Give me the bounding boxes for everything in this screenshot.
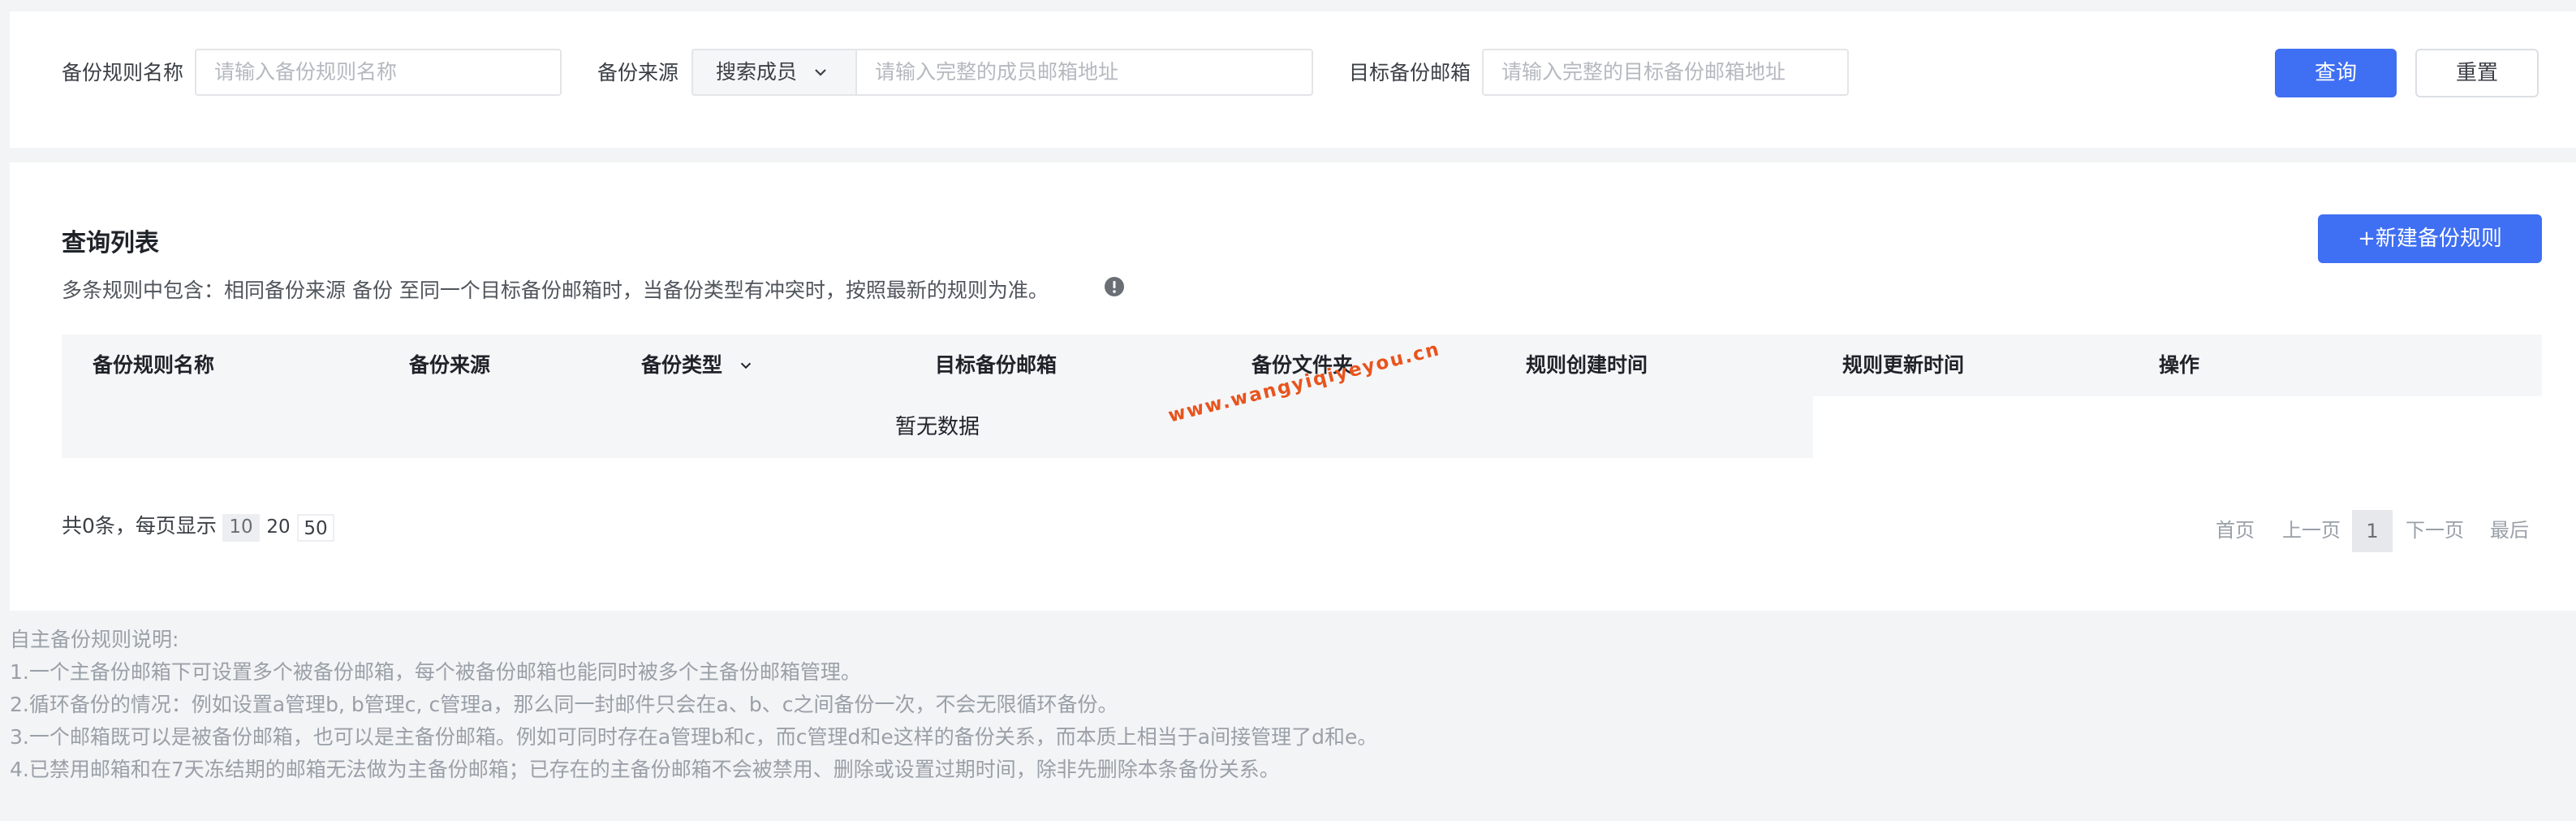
page-size-10[interactable]: 10 (222, 514, 260, 542)
notes-line: 3.一个邮箱既可以是被备份邮箱，也可以是主备份邮箱。例如可同时存在a管理b和c，… (10, 725, 1378, 749)
query-button[interactable]: 查询 (2275, 49, 2397, 97)
prev-page-button[interactable]: 上一页 (2282, 510, 2341, 551)
info-icon[interactable] (1104, 276, 1125, 297)
list-description: 多条规则中包含：相同备份来源 备份 至同一个目标备份邮箱时，当备份类型有冲突时，… (62, 279, 1049, 302)
column-rule-name: 备份规则名称 (93, 353, 215, 377)
total-count: 共0条，每页显示 (62, 514, 217, 538)
column-backup-type[interactable]: 备份类型 (641, 335, 751, 396)
next-page-button[interactable]: 下一页 (2406, 510, 2464, 551)
chevron-down-icon (740, 362, 751, 369)
column-source: 备份来源 (409, 353, 491, 377)
column-actions: 操作 (2159, 353, 2200, 377)
rule-name-label: 备份规则名称 (62, 61, 184, 84)
column-target-email: 目标备份邮箱 (935, 353, 1058, 377)
new-rule-button[interactable]: +新建备份规则 (2318, 214, 2542, 263)
reset-button[interactable]: 重置 (2415, 49, 2539, 97)
notes-line: 4.已禁用邮箱和在7天冻结期的邮箱无法做为主备份邮箱；已存在的主备份邮箱不会被禁… (10, 758, 1280, 781)
empty-state: 暂无数据 (62, 396, 1813, 458)
target-email-input[interactable]: 请输入完整的目标备份邮箱地址 (1482, 49, 1849, 96)
target-label: 目标备份邮箱 (1349, 61, 1471, 84)
column-backup-type-label: 备份类型 (641, 353, 723, 377)
source-email-input[interactable]: 请输入完整的成员邮箱地址 (855, 49, 1313, 96)
first-page-button[interactable]: 首页 (2216, 510, 2255, 551)
rule-name-input[interactable]: 请输入备份规则名称 (195, 49, 562, 96)
backup-rules-notes: 自主备份规则说明: 1.一个主备份邮箱下可设置多个被备份邮箱，每个被备份邮箱也能… (10, 624, 1377, 786)
source-type-select[interactable]: 搜索成员 (691, 49, 857, 96)
notes-line: 1.一个主备份邮箱下可设置多个被备份邮箱，每个被备份邮箱也能同时被多个主备份邮箱… (10, 660, 861, 684)
list-title: 查询列表 (62, 229, 159, 257)
current-page[interactable]: 1 (2352, 510, 2393, 552)
column-created-time: 规则创建时间 (1526, 353, 1648, 377)
column-updated-time: 规则更新时间 (1842, 353, 1965, 377)
source-type-value: 搜索成员 (716, 60, 798, 84)
notes-line: 2.循环备份的情况：例如设置a管理b, b管理c, c管理a，那么同一封邮件只会… (10, 693, 1118, 716)
page-size-50[interactable]: 50 (297, 514, 334, 542)
chevron-down-icon (815, 69, 826, 76)
page-size-20[interactable]: 20 (260, 514, 297, 542)
notes-heading: 自主备份规则说明: (10, 628, 179, 651)
last-page-button[interactable]: 最后 (2490, 510, 2529, 551)
source-label: 备份来源 (597, 61, 679, 84)
